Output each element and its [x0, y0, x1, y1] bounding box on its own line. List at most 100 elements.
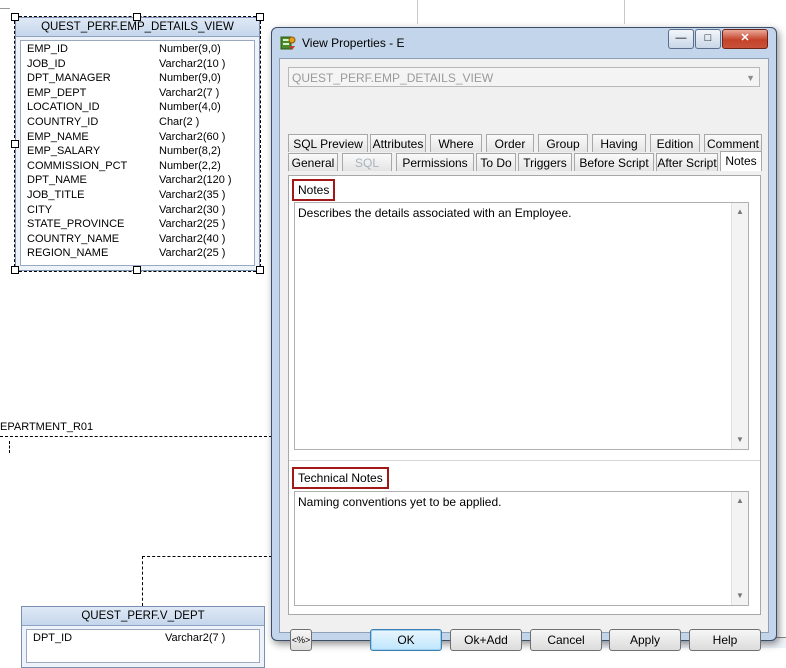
column-name: COUNTRY_NAME — [27, 232, 120, 245]
column-type: Number(9,0) — [159, 43, 221, 55]
object-selector-dropdown[interactable]: QUEST_PERF.EMP_DETAILS_VIEW ▼ — [288, 67, 760, 87]
tab-edition[interactable]: Edition — [650, 134, 700, 152]
tab-sql-preview[interactable]: SQL Preview — [288, 134, 368, 152]
tab-group[interactable]: Group — [538, 134, 588, 152]
scroll-up-icon[interactable]: ▲ — [732, 494, 748, 508]
column-name: COMMISSION_PCT — [27, 159, 128, 172]
tab-order[interactable]: Order — [486, 134, 534, 152]
entity-column-row[interactable]: REGION_NAME Varchar2(25 ) — [27, 246, 250, 260]
tab-having[interactable]: Having — [592, 134, 646, 152]
column-type: Varchar2(25 ) — [159, 218, 226, 231]
resize-handle[interactable] — [133, 13, 141, 21]
column-type: Number(9,0) — [159, 72, 221, 85]
minimize-button[interactable]: — — [668, 29, 694, 49]
dialog-client-area: QUEST_PERF.EMP_DETAILS_VIEW ▼ Notes Desc… — [279, 58, 769, 651]
technical-notes-text: Naming conventions yet to be applied. — [298, 495, 502, 509]
relationship-line — [142, 556, 143, 606]
entity-column-row[interactable]: EMP_ID Number(9,0) — [27, 42, 250, 56]
apply-button[interactable]: Apply — [609, 629, 681, 651]
resize-handle[interactable] — [11, 13, 19, 21]
canvas-line — [417, 0, 418, 24]
help-button[interactable]: Help — [689, 629, 761, 651]
column-name: DPT_MANAGER — [27, 72, 111, 85]
tab-to-do[interactable]: To Do — [476, 153, 516, 171]
scroll-down-icon[interactable]: ▼ — [732, 589, 748, 603]
notes-scrollbar[interactable]: ▲ ▼ — [731, 203, 748, 449]
entity-column-row[interactable]: JOB_ID Varchar2(10 ) — [27, 57, 250, 71]
entity-column-row[interactable]: DPT_MANAGER Number(9,0) — [27, 71, 250, 85]
column-type: Number(8,2) — [159, 145, 221, 158]
technical-notes-scrollbar[interactable]: ▲ ▼ — [731, 492, 748, 605]
resize-handle[interactable] — [256, 13, 264, 21]
entity-column-row[interactable]: COUNTRY_NAME Varchar2(40 ) — [27, 232, 250, 246]
technical-notes-section-label: Technical Notes — [292, 467, 389, 489]
entity-column-row[interactable]: CITY Varchar2(30 ) — [27, 203, 250, 217]
view-properties-dialog: View Properties - E — □ ✕ QUEST_PERF.EMP… — [271, 27, 777, 651]
column-type: Varchar2(35 ) — [159, 189, 226, 201]
entity-column-list: DPT_ID Varchar2(7 ) — [26, 629, 260, 663]
column-name: CITY — [27, 203, 53, 216]
ok-add-button[interactable]: Ok+Add — [450, 629, 522, 651]
macro-button[interactable]: <%> — [290, 629, 312, 651]
resize-handle[interactable] — [256, 266, 264, 274]
scroll-up-icon[interactable]: ▲ — [732, 205, 748, 219]
column-name: EMP_SALARY — [27, 145, 101, 158]
tab-before-script[interactable]: Before Script — [574, 153, 654, 171]
technical-notes-textarea[interactable]: Naming conventions yet to be applied. ▲ … — [294, 491, 749, 606]
entity-column-row[interactable]: COUNTRY_ID Char(2 ) — [27, 115, 250, 129]
column-name: EMP_DEPT — [27, 86, 87, 99]
canvas-line — [624, 0, 625, 24]
tab-permissions[interactable]: Permissions — [396, 153, 474, 171]
close-button[interactable]: ✕ — [722, 29, 768, 49]
object-selector-value: QUEST_PERF.EMP_DETAILS_VIEW — [292, 71, 494, 85]
entity-column-row[interactable]: EMP_SALARY Number(8,2) — [27, 144, 250, 158]
entity-column-row[interactable]: EMP_NAME Varchar2(60 ) — [27, 130, 250, 144]
notes-tab-panel: Notes Describes the details associated w… — [288, 175, 761, 615]
entity-column-row[interactable]: EMP_DEPT Varchar2(7 ) — [27, 86, 250, 100]
tab-notes[interactable]: Notes — [720, 151, 762, 171]
resize-handle[interactable] — [11, 266, 19, 274]
column-name: LOCATION_ID — [27, 101, 100, 114]
notes-textarea[interactable]: Describes the details associated with an… — [294, 202, 749, 450]
column-name: DPT_NAME — [27, 174, 87, 187]
notes-text: Describes the details associated with an… — [298, 206, 572, 220]
tab-sql[interactable]: SQL — [342, 153, 392, 171]
entity-column-row[interactable]: JOB_TITLE Varchar2(35 ) — [27, 188, 250, 202]
ok-button[interactable]: OK — [370, 629, 442, 651]
entity-column-row[interactable]: LOCATION_ID Number(4,0) — [27, 100, 250, 114]
tab-where[interactable]: Where — [430, 134, 482, 152]
title-bar[interactable]: View Properties - E — □ ✕ — [272, 28, 776, 58]
scroll-down-icon[interactable]: ▼ — [732, 433, 748, 447]
column-type: Varchar2(10 ) — [159, 57, 226, 70]
entity-column-row[interactable]: DPT_NAME Varchar2(120 ) — [27, 173, 250, 187]
column-type: Varchar2(30 ) — [159, 203, 226, 216]
column-type: Number(2,2) — [159, 159, 221, 172]
resize-handle[interactable] — [11, 140, 19, 148]
column-name: JOB_ID — [27, 57, 66, 70]
dialog-title: View Properties - E — [302, 36, 405, 50]
tab-comment[interactable]: Comment — [704, 134, 762, 152]
column-type: Varchar2(7 ) — [165, 632, 226, 644]
column-type: Varchar2(120 ) — [159, 174, 232, 187]
tab-attributes[interactable]: Attributes — [370, 134, 426, 152]
maximize-button[interactable]: □ — [695, 29, 721, 49]
entity-column-row[interactable]: COMMISSION_PCT Number(2,2) — [27, 159, 250, 173]
canvas-line — [0, 8, 10, 9]
entity-emp-details-view[interactable]: QUEST_PERF.EMP_DETAILS_VIEW EMP_ID Number… — [15, 17, 260, 271]
entity-column-row[interactable]: DPT_ID Varchar2(7 ) — [33, 631, 255, 645]
chevron-down-icon: ▼ — [746, 73, 755, 83]
relationship-label: EPARTMENT_R01 — [0, 421, 94, 433]
column-type: Varchar2(25 ) — [159, 247, 226, 260]
relationship-line — [142, 556, 272, 557]
tab-triggers[interactable]: Triggers — [518, 153, 572, 171]
tab-general[interactable]: General — [288, 153, 338, 171]
entity-column-row[interactable]: STATE_PROVINCE Varchar2(25 ) — [27, 217, 250, 231]
column-name: EMP_NAME — [27, 130, 89, 143]
cancel-button[interactable]: Cancel — [530, 629, 602, 651]
entity-title: QUEST_PERF.V_DEPT — [22, 607, 264, 626]
column-name: DPT_ID — [33, 632, 73, 644]
relationship-line — [9, 441, 10, 453]
resize-handle[interactable] — [133, 266, 141, 274]
tab-after-script[interactable]: After Script — [656, 153, 718, 171]
entity-v-dept[interactable]: QUEST_PERF.V_DEPT DPT_ID Varchar2(7 ) — [21, 606, 265, 668]
